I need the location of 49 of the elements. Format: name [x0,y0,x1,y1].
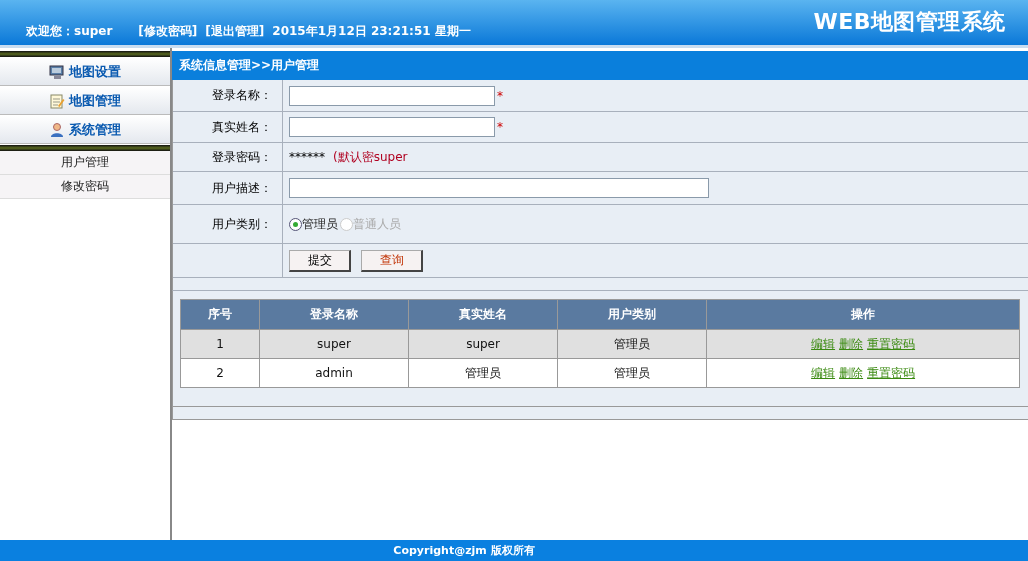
column-header: 用户类别 [557,299,707,330]
table-cell: 管理员 [408,358,558,388]
notepad-icon [49,92,65,109]
table-cell: 管理员 [557,358,707,388]
action-link[interactable]: 删除 [839,364,864,382]
required-mark: * [497,120,503,134]
query-button[interactable]: 查询 [361,249,423,272]
welcome-text: 欢迎您：super [26,23,113,40]
action-link[interactable]: 重置密码 [867,364,916,382]
sidebar-item[interactable]: 用户管理 [0,151,170,175]
monitor-icon [49,63,65,80]
datetime-text: 2015年1月12日 23:21:51 星期一 [272,23,471,40]
table-cell: 2 [180,358,260,388]
radio-option[interactable]: 管理员 [289,215,338,233]
field-label: 用户类别： [212,215,272,233]
table-cell: super [259,329,409,359]
field-label: 用户描述： [212,179,272,197]
breadcrumb: 系统信息管理>>用户管理 [179,57,320,74]
copyright-text: Copyright@zjm 版权所有 [393,543,535,558]
action-link[interactable]: 编辑 [811,364,836,382]
text-field[interactable] [289,117,495,137]
table-cell: super [408,329,558,359]
table-cell: 1 [180,329,260,359]
field-label: 登录密码： [212,148,272,166]
column-header: 真实姓名 [408,299,558,330]
sidebar-menu[interactable]: 地图管理 [0,87,170,115]
system-title: WEB地图管理系统 [813,8,1006,36]
text-field[interactable] [289,178,709,198]
field-label: 真实姓名： [212,118,272,136]
header-link[interactable]: [修改密码] [138,23,198,40]
action-link[interactable]: 编辑 [811,335,836,353]
action-link[interactable]: 重置密码 [867,335,916,353]
sidebar-menu[interactable]: 系统管理 [0,116,170,144]
column-header: 操作 [706,299,1020,330]
sidebar-item[interactable]: 修改密码 [0,175,170,199]
action-link[interactable]: 删除 [839,335,864,353]
password-mask: ****** [289,150,325,164]
submit-button[interactable]: 提交 [289,249,351,272]
column-header: 登录名称 [259,299,409,330]
header-link[interactable]: [退出管理] [205,23,265,40]
table-cell: admin [259,358,409,388]
column-header: 序号 [180,299,260,330]
table-cell: 管理员 [557,329,707,359]
field-label: 登录名称： [212,87,272,104]
required-mark: * [497,88,503,103]
sidebar-menu[interactable]: 地图设置 [0,58,170,86]
password-hint: (默认密super [333,148,408,166]
user-icon [49,121,65,138]
text-field[interactable] [289,85,495,106]
